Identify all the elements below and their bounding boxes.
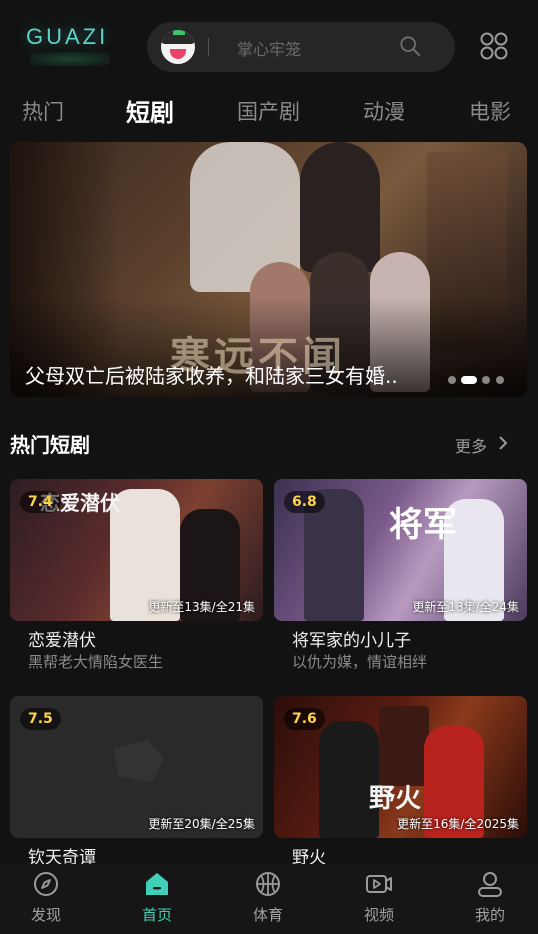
banner-title: 父母双亡后被陆家收养，和陆家三女有婚.. [25, 364, 398, 388]
nav-label: 我的 [474, 906, 505, 924]
placeholder-image-icon [114, 740, 164, 782]
tab-short-drama[interactable]: 短剧 [126, 93, 174, 128]
search-icon[interactable] [399, 35, 421, 57]
nav-label: 视频 [363, 906, 394, 924]
banner-dot[interactable] [482, 376, 490, 384]
rating-badge: 7.4 [20, 491, 61, 513]
category-grid-icon[interactable] [480, 32, 508, 60]
app-logo[interactable]: GUAZI [26, 24, 108, 50]
section-title: 热门短剧 [10, 433, 90, 457]
search-placeholder[interactable]: 掌心牢笼 [237, 36, 301, 60]
compass-icon [34, 872, 58, 896]
episode-status: 更新至20集/全25集 [148, 817, 255, 831]
drama-subtitle: 以仇为媒，情谊相绊 [292, 653, 428, 671]
mascot-avatar[interactable] [161, 30, 195, 64]
nav-sports[interactable]: 体育 [233, 870, 303, 925]
drama-card[interactable]: 野火 7.6 更新至16集/全2025集 野火 [274, 696, 527, 868]
search-separator [208, 38, 209, 56]
banner-dot-active[interactable] [461, 376, 477, 384]
drama-thumbnail[interactable]: 野火 7.6 更新至16集/全2025集 [274, 696, 527, 838]
bottom-navigation: 发现 首页 体育 视频 我的 [0, 864, 538, 934]
drama-title[interactable]: 恋爱潜伏 [28, 626, 263, 651]
nav-home[interactable]: 首页 [122, 870, 192, 925]
nav-label: 发现 [30, 906, 61, 924]
nav-discover[interactable]: 发现 [11, 870, 81, 925]
poster-title: 将军 [389, 505, 457, 545]
rating-badge: 7.5 [20, 708, 61, 730]
tab-hot[interactable]: 热门 [22, 96, 64, 126]
drama-card[interactable]: 将军 6.8 更新至13集/全24集 将军家的小儿子 以仇为媒，情谊相绊 [274, 479, 527, 672]
rating-badge: 6.8 [284, 491, 325, 513]
tab-anime[interactable]: 动漫 [363, 96, 405, 126]
drama-card[interactable]: 7.5 更新至20集/全25集 钦天奇谭 [10, 696, 263, 868]
poster-title: 野火 [369, 784, 422, 814]
episode-status: 更新至13集/全24集 [412, 600, 519, 614]
home-icon [146, 873, 168, 895]
category-tabs: 热门 短剧 国产剧 动漫 电影 [0, 92, 538, 128]
episode-status: 更新至13集/全21集 [148, 600, 255, 614]
drama-thumbnail[interactable]: 7.5 更新至20集/全25集 [10, 696, 263, 838]
chevron-right-icon[interactable] [497, 436, 509, 450]
banner-dot[interactable] [448, 376, 456, 384]
basketball-icon [256, 872, 280, 896]
nav-video[interactable]: 视频 [344, 870, 414, 925]
episode-status: 更新至16集/全2025集 [397, 817, 519, 831]
app-header: GUAZI 掌心牢笼 [0, 0, 538, 90]
nav-profile[interactable]: 我的 [455, 870, 525, 925]
search-bar[interactable]: 掌心牢笼 [147, 22, 455, 72]
video-icon [366, 875, 392, 893]
drama-thumbnail[interactable]: 将军 6.8 更新至13集/全24集 [274, 479, 527, 621]
tab-domestic-drama[interactable]: 国产剧 [237, 96, 300, 126]
banner-dot[interactable] [496, 376, 504, 384]
drama-title[interactable]: 将军家的小儿子 [292, 626, 527, 651]
drama-subtitle: 黑帮老大情陷女医生 [28, 653, 164, 671]
poster-lantern [379, 706, 429, 786]
nav-label: 体育 [252, 906, 283, 924]
drama-thumbnail[interactable]: 恋爱潜伏 7.4 更新至13集/全21集 [10, 479, 263, 621]
logo-glow [30, 52, 110, 66]
tab-movie[interactable]: 电影 [469, 96, 511, 126]
more-link[interactable]: 更多 [455, 433, 487, 457]
drama-card[interactable]: 恋爱潜伏 7.4 更新至13集/全21集 恋爱潜伏 黑帮老大情陷女医生 [10, 479, 263, 672]
featured-banner[interactable]: 寒远不闻 父母双亡后被陆家收养，和陆家三女有婚.. [10, 142, 527, 397]
rating-badge: 7.6 [284, 708, 325, 730]
nav-label: 首页 [141, 906, 172, 924]
user-icon [478, 872, 502, 897]
